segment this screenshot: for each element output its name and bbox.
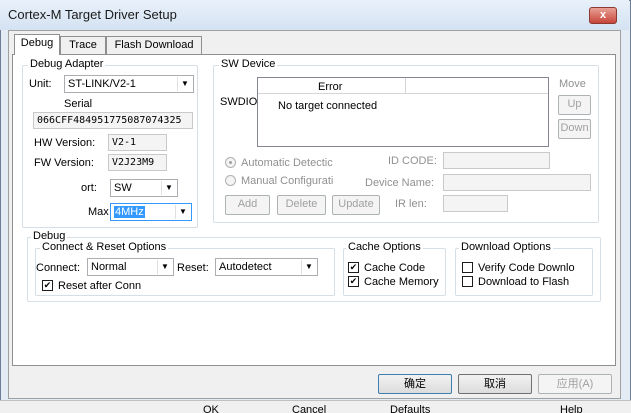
reset-select-value: Autodetect [219, 261, 272, 273]
reset-select[interactable]: Autodetect ▼ [215, 258, 318, 276]
delete-button[interactable]: Delete [277, 195, 326, 215]
serial-label: Serial [64, 98, 93, 110]
max-clock-select[interactable]: 4MHz ▼ [110, 203, 192, 221]
max-clock-label: Max [88, 206, 109, 218]
move-up-button[interactable]: Up [558, 95, 591, 115]
port-select[interactable]: SW ▼ [110, 179, 178, 197]
chevron-down-icon: ▼ [157, 260, 172, 274]
list-item[interactable]: No target connected [278, 100, 377, 112]
download-flash-checkbox[interactable] [462, 276, 473, 287]
download-options-legend: Download Options [459, 241, 553, 253]
fw-version-field: V2J23M9 [108, 154, 167, 171]
verify-code-checkbox[interactable] [462, 262, 473, 273]
hw-version-field: V2-1 [108, 134, 167, 151]
cache-code-label: Cache Code [364, 262, 426, 274]
auto-detect-radio[interactable] [225, 157, 236, 168]
background-cancel-button: Cancel [292, 404, 327, 413]
id-code-field[interactable] [443, 152, 550, 169]
list-column-header-error[interactable]: Error [258, 78, 406, 94]
sw-device-list[interactable]: Error No target connected [257, 77, 549, 147]
connect-label: Connect: [36, 262, 81, 274]
connect-reset-legend: Connect & Reset Options [40, 241, 169, 253]
debug-adapter-legend: Debug Adapter [28, 58, 106, 70]
cache-memory-label: Cache Memory [364, 276, 439, 288]
manual-config-radio[interactable] [225, 175, 236, 186]
apply-button[interactable]: 应用(A) [538, 374, 612, 394]
ir-len-field[interactable] [443, 195, 508, 212]
sw-device-legend: SW Device [219, 58, 278, 70]
id-code-label: ID CODE: [388, 155, 437, 167]
tab-trace[interactable]: Trace [60, 36, 106, 54]
window-title: Cortex-M Target Driver Setup [8, 7, 177, 22]
move-label: Move [559, 78, 586, 90]
device-name-label: Device Name: [365, 177, 435, 189]
device-name-field[interactable] [443, 174, 591, 191]
tab-flash-download[interactable]: Flash Download [106, 36, 202, 54]
chevron-down-icon: ▼ [301, 260, 316, 274]
cancel-button[interactable]: 取消 [458, 374, 532, 394]
fw-version-label: FW Version: [34, 157, 94, 169]
ir-len-label: IR len: [395, 198, 427, 210]
list-column-header-error-label: Error [318, 81, 343, 93]
port-label: ort: [81, 182, 97, 194]
chevron-down-icon: ▼ [177, 77, 192, 91]
background-window-strip: OK Cancel Defaults Help [0, 400, 631, 413]
chevron-down-icon: ▼ [175, 205, 190, 219]
background-ok-button: OK [203, 404, 219, 413]
unit-select-value: ST-LINK/V2-1 [68, 78, 136, 90]
verify-code-label: Verify Code Downlo [478, 262, 575, 274]
update-button[interactable]: Update [332, 195, 380, 215]
list-column-header-blank [406, 78, 548, 94]
connect-select[interactable]: Normal ▼ [87, 258, 174, 276]
chevron-down-icon: ▼ [161, 181, 176, 195]
tab-debug[interactable]: Debug [14, 34, 60, 55]
cache-memory-checkbox[interactable]: ✔ [348, 276, 359, 287]
connect-select-value: Normal [91, 261, 127, 273]
ok-button[interactable]: 确定 [378, 374, 452, 394]
swdio-label: SWDIO [220, 96, 258, 108]
background-help-button: Help [560, 404, 583, 413]
unit-select[interactable]: ST-LINK/V2-1 ▼ [64, 75, 194, 93]
reset-after-conn-label: Reset after Conn [58, 280, 142, 292]
cache-options-legend: Cache Options [346, 241, 423, 253]
radio-dot [229, 161, 232, 164]
background-defaults-button: Defaults [390, 404, 431, 413]
unit-label: Unit: [29, 78, 52, 90]
move-down-button[interactable]: Down [558, 119, 591, 139]
manual-config-label: Manual Configurati [241, 175, 334, 187]
auto-detect-label: Automatic Detectic [241, 157, 333, 169]
port-select-value: SW [114, 182, 132, 194]
reset-label: Reset: [177, 262, 209, 274]
add-button[interactable]: Add [225, 195, 270, 215]
serial-field: 066CFF484951775087074325 [33, 112, 193, 129]
download-flash-label: Download to Flash [478, 276, 570, 288]
cache-code-checkbox[interactable]: ✔ [348, 262, 359, 273]
max-clock-value: 4MHz [114, 206, 145, 218]
close-button[interactable]: x [589, 7, 617, 24]
hw-version-label: HW Version: [34, 137, 96, 149]
reset-after-conn-checkbox[interactable]: ✔ [42, 280, 53, 291]
